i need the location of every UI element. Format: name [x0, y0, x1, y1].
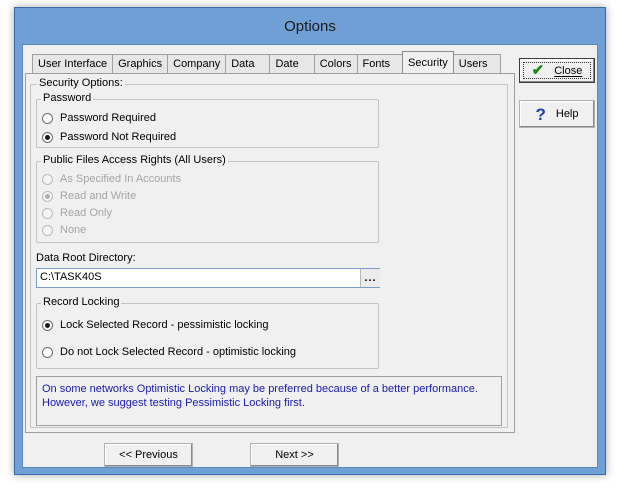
public-files-label: Public Files Access Rights (All Users) — [41, 154, 228, 166]
record-locking-group: Record Locking Lock Selected Record - pe… — [36, 296, 379, 369]
locking-note: On some networks Optimistic Locking may … — [36, 376, 502, 426]
tab-date[interactable]: Date — [269, 54, 315, 73]
tab-colors[interactable]: Colors — [313, 54, 358, 73]
help-button-label: Help — [555, 108, 579, 120]
radio-unchecked-icon — [42, 346, 53, 358]
tab-user-interface[interactable]: User Interface — [32, 54, 114, 73]
tab-users[interactable]: Users — [452, 54, 501, 73]
data-root-label: Data Root Directory: — [36, 252, 136, 264]
tab-security[interactable]: Security — [402, 51, 454, 73]
note-line-1: On some networks Optimistic Locking may … — [42, 383, 478, 395]
security-tab-panel: Security Options: Password Password Requ… — [25, 73, 515, 433]
none-radio[interactable]: None — [42, 224, 86, 236]
optimistic-locking-label: Do not Lock Selected Record - optimistic… — [60, 346, 296, 358]
note-line-2: However, we suggest testing Pessimistic … — [42, 397, 305, 409]
as-specified-label: As Specified In Accounts — [60, 173, 182, 185]
optimistic-locking-radio[interactable]: Do not Lock Selected Record - optimistic… — [42, 346, 296, 358]
previous-button-label: << Previous — [119, 449, 178, 461]
close-button-label: Close — [554, 64, 583, 77]
read-only-label: Read Only — [60, 207, 112, 219]
window-title: Options — [284, 17, 336, 35]
read-and-write-radio[interactable]: Read and Write — [42, 190, 136, 202]
password-label: Password — [41, 92, 94, 104]
title-bar: Options — [15, 8, 605, 44]
next-button-label: Next >> — [275, 449, 314, 461]
options-window: Options User Interface Graphics Company … — [14, 7, 606, 475]
password-required-radio[interactable]: Password Required — [42, 112, 156, 124]
radio-checked-icon — [42, 131, 53, 143]
next-button[interactable]: Next >> — [250, 443, 339, 467]
help-button[interactable]: ? Help — [519, 100, 595, 128]
question-icon: ? — [535, 104, 546, 124]
public-files-group: Public Files Access Rights (All Users) A… — [36, 154, 379, 243]
record-locking-label: Record Locking — [41, 296, 122, 308]
security-options-label: Security Options: — [37, 77, 125, 89]
as-specified-radio[interactable]: As Specified In Accounts — [42, 173, 181, 185]
tab-data[interactable]: Data — [225, 54, 271, 73]
close-button[interactable]: ✔ Close — [519, 58, 595, 83]
radio-checked-icon — [42, 190, 53, 202]
data-root-value: C:\TASK40S — [40, 271, 102, 283]
password-required-label: Password Required — [60, 112, 156, 124]
read-only-radio[interactable]: Read Only — [42, 207, 112, 219]
security-options-group: Security Options: Password Password Requ… — [30, 77, 508, 428]
tab-strip: User Interface Graphics Company Data Dat… — [32, 51, 501, 73]
dialog-client: User Interface Graphics Company Data Dat… — [22, 44, 598, 468]
radio-unchecked-icon — [42, 112, 53, 124]
none-label: None — [60, 224, 87, 236]
radio-checked-icon — [42, 319, 53, 331]
pessimistic-locking-radio[interactable]: Lock Selected Record - pessimistic locki… — [42, 319, 268, 331]
pessimistic-locking-label: Lock Selected Record - pessimistic locki… — [60, 319, 269, 331]
checkmark-icon: ✔ — [531, 62, 545, 79]
password-group: Password Password Required Password Not … — [36, 92, 379, 148]
read-and-write-label: Read and Write — [60, 190, 137, 202]
tab-fonts[interactable]: Fonts — [356, 54, 404, 73]
previous-button[interactable]: << Previous — [104, 443, 193, 467]
tab-graphics[interactable]: Graphics — [112, 54, 169, 73]
password-not-required-radio[interactable]: Password Not Required — [42, 131, 176, 143]
radio-unchecked-icon — [42, 207, 53, 219]
radio-unchecked-icon — [42, 224, 53, 236]
password-not-required-label: Password Not Required — [60, 131, 177, 143]
data-root-input[interactable]: C:\TASK40S — [36, 268, 380, 288]
tab-company[interactable]: Company — [167, 54, 227, 73]
radio-unchecked-icon — [42, 173, 53, 185]
browse-button[interactable]: ... — [360, 269, 380, 287]
